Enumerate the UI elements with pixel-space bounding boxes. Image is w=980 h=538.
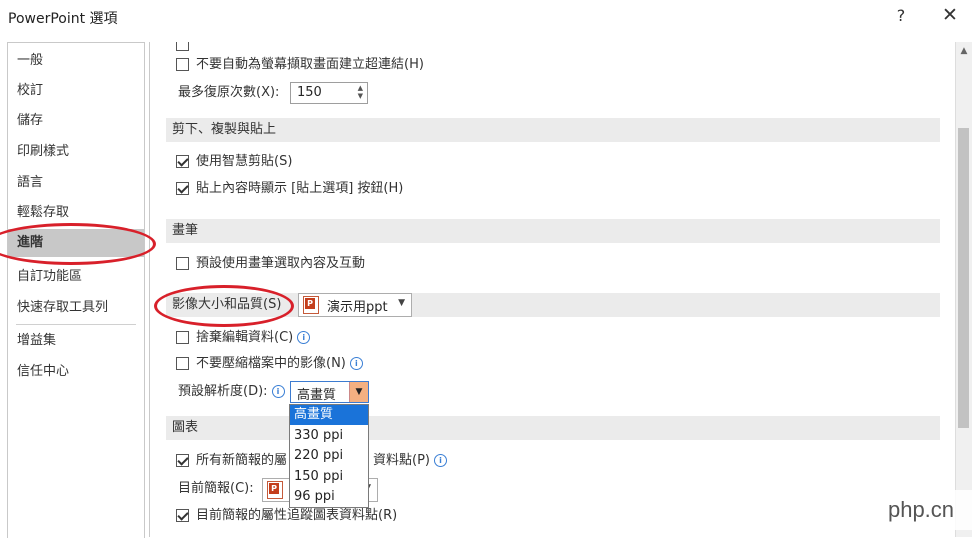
- options-content: 不要自動為螢幕擷取畫面建立超連結(H) 最多復原次數(X): 150 ▲ ▼ 剪下…: [149, 42, 956, 537]
- option-row: 貼上內容時顯示 [貼上選項] 按鈕(H): [166, 178, 566, 200]
- option-label: 目前簡報的屬性追蹤圖表資料點(R): [196, 508, 398, 523]
- option-label: 預設使用畫筆選取內容及互動: [196, 256, 366, 271]
- resolution-option[interactable]: 高畫質: [290, 405, 368, 425]
- nav-item-typography[interactable]: 印刷樣式: [8, 138, 144, 166]
- resolution-value: 高畫質: [297, 388, 337, 403]
- section-image-size-quality: 影像大小和品質(S): [166, 293, 940, 317]
- help-button[interactable]: ?: [893, 6, 909, 25]
- option-row: 不要自動為螢幕擷取畫面建立超連結(H): [166, 54, 566, 76]
- chart-tracking-new-checkbox[interactable]: [176, 454, 189, 467]
- option-row: 使用智慧剪貼(S): [166, 151, 566, 173]
- image-document-value: 演示用ppt: [327, 300, 388, 315]
- option-row: 捨棄編輯資料(C) i: [166, 327, 566, 349]
- nav-divider: [16, 324, 136, 325]
- option-label: 捨棄編輯資料(C) i: [196, 327, 311, 349]
- options-nav: 一般 校訂 儲存 印刷樣式 語言 輕鬆存取 進階 自訂功能區 快速存取工具列 增…: [7, 42, 145, 538]
- checkbox[interactable]: [176, 42, 189, 51]
- undo-label: 最多復原次數(X):: [178, 85, 280, 100]
- powerpoint-file-icon: [267, 481, 283, 499]
- nav-item-proofing[interactable]: 校訂: [8, 77, 144, 105]
- resolution-label: 預設解析度(D): i: [178, 381, 285, 403]
- option-row: 不要壓縮檔案中的影像(N) i: [166, 353, 566, 375]
- resolution-option[interactable]: 150 ppi: [290, 467, 368, 487]
- nav-item-trust-center[interactable]: 信任中心: [8, 358, 144, 386]
- close-button[interactable]: ✕: [938, 4, 962, 26]
- resolution-dropdown-list[interactable]: 高畫質 330 ppi 220 ppi 150 ppi 96 ppi: [289, 404, 369, 508]
- section-pen: 畫筆: [166, 219, 940, 243]
- option-label: 使用智慧剪貼(S): [196, 154, 293, 169]
- chevron-down-icon[interactable]: ▼: [349, 382, 368, 402]
- nav-item-language[interactable]: 語言: [8, 169, 144, 197]
- info-icon: i: [297, 331, 311, 344]
- vertical-scrollbar[interactable]: ▲: [955, 42, 972, 537]
- nav-item-add-ins[interactable]: 增益集: [8, 327, 144, 355]
- window-title: PowerPoint 選項: [8, 11, 118, 27]
- pen-select-checkbox[interactable]: [176, 257, 189, 270]
- undo-spinner[interactable]: 150 ▲ ▼: [290, 82, 368, 104]
- screenshot-hyperlink-checkbox[interactable]: [176, 58, 189, 71]
- nav-item-accessibility[interactable]: 輕鬆存取: [8, 199, 144, 227]
- option-label: 貼上內容時顯示 [貼上選項] 按鈕(H): [196, 181, 404, 196]
- info-icon: i: [271, 385, 285, 398]
- undo-value: 150: [297, 85, 322, 100]
- option-row: 所有新簡報的屬 資料點(P) i: [166, 450, 766, 472]
- chevron-down-icon: ▼: [398, 298, 405, 308]
- nav-item-quick-access-toolbar[interactable]: 快速存取工具列: [8, 294, 144, 322]
- image-document-select[interactable]: 演示用ppt ▼: [298, 293, 412, 317]
- info-icon: i: [434, 454, 447, 467]
- nav-item-save[interactable]: 儲存: [8, 107, 144, 135]
- option-label: 不要壓縮檔案中的影像(N) i: [196, 353, 363, 375]
- default-resolution-select[interactable]: 高畫質 ▼: [290, 381, 369, 403]
- nav-item-customize-ribbon[interactable]: 自訂功能區: [8, 263, 144, 291]
- nav-item-general[interactable]: 一般: [8, 47, 144, 75]
- powerpoint-file-icon: [303, 296, 319, 314]
- option-row: 預設使用畫筆選取內容及互動: [166, 253, 566, 275]
- smart-cut-checkbox[interactable]: [176, 155, 189, 168]
- info-icon: i: [349, 357, 363, 370]
- section-cut-copy-paste: 剪下、複製與貼上: [166, 118, 940, 142]
- option-row: 目前簡報的屬性追蹤圖表資料點(R): [166, 505, 566, 527]
- spinner-arrows-icon[interactable]: ▲ ▼: [358, 84, 363, 100]
- resolution-option[interactable]: 330 ppi: [290, 426, 368, 446]
- watermark-text: php.cn: [866, 490, 976, 530]
- discard-editing-data-checkbox[interactable]: [176, 331, 189, 344]
- scroll-thumb[interactable]: [958, 128, 969, 428]
- chart-current-label: 目前簡報(C):: [178, 481, 254, 496]
- paste-options-checkbox[interactable]: [176, 182, 189, 195]
- title-bar: PowerPoint 選項 ? ✕: [0, 0, 980, 34]
- nav-item-advanced[interactable]: 進階: [8, 229, 144, 257]
- option-label: 不要自動為螢幕擷取畫面建立超連結(H): [196, 57, 424, 72]
- resolution-option[interactable]: 220 ppi: [290, 446, 368, 466]
- no-compress-images-checkbox[interactable]: [176, 357, 189, 370]
- scroll-up-icon[interactable]: ▲: [956, 44, 972, 58]
- resolution-option[interactable]: 96 ppi: [290, 487, 368, 507]
- chart-tracking-current-checkbox[interactable]: [176, 509, 189, 522]
- section-chart: 圖表: [166, 416, 940, 440]
